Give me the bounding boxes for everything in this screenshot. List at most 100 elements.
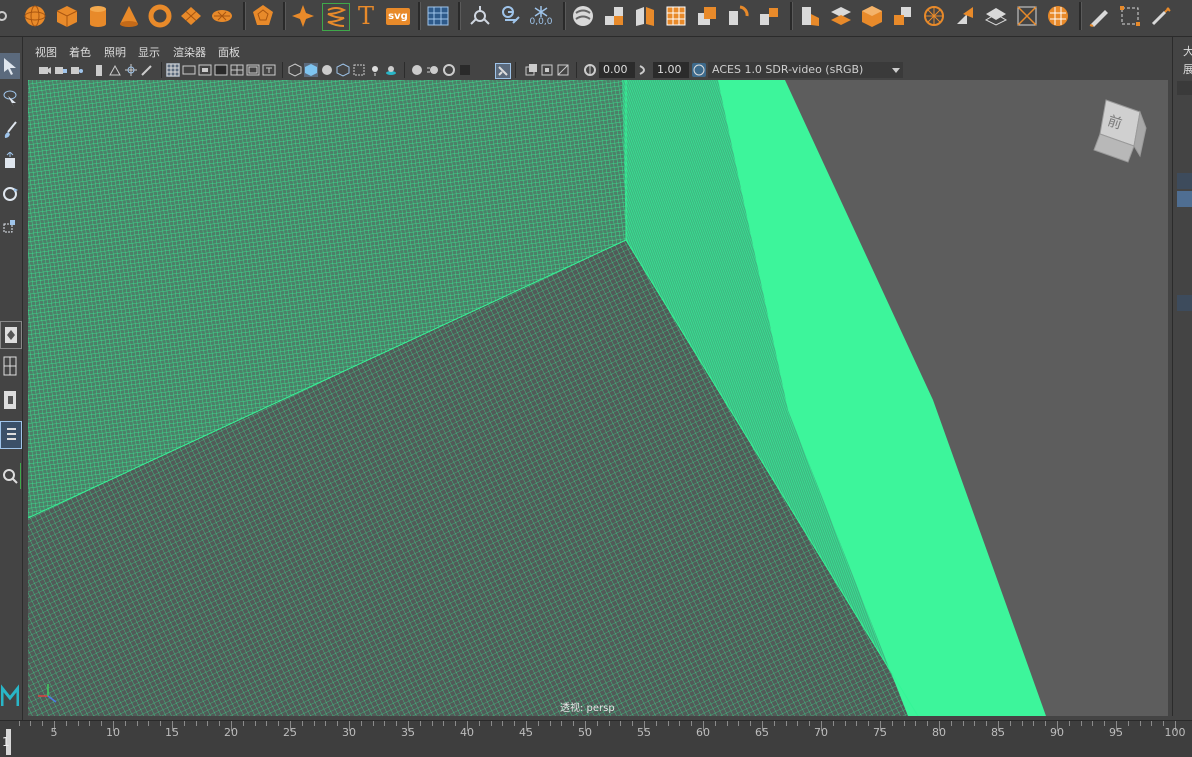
boolean-icon[interactable] [694,3,720,29]
wireframe-icon[interactable] [288,63,302,77]
lights-icon[interactable] [368,63,382,77]
color-management-icon[interactable] [692,63,706,77]
layout-side-icon[interactable] [0,387,20,413]
lasso-tool-icon[interactable] [0,85,20,111]
layout-four-icon[interactable] [0,353,20,379]
gear-icon[interactable] [0,3,10,29]
torus-icon[interactable] [147,3,173,29]
bookmark-icon[interactable] [92,63,106,77]
cone-icon[interactable] [116,3,142,29]
image-plane-icon[interactable] [108,63,122,77]
multicut-icon[interactable] [952,3,978,29]
scale-tool-icon[interactable] [0,213,20,239]
exposure-icon[interactable] [583,63,597,77]
menu-shading[interactable]: 着色 [69,44,91,60]
right-panel-tab[interactable] [1177,81,1192,95]
wrap-icon[interactable] [1148,3,1174,29]
timeline-tick-label: 90 [1050,726,1064,739]
safe-action-icon[interactable] [246,63,260,77]
paint-tool-icon[interactable] [0,117,20,143]
isolate-select-icon[interactable] [495,63,511,79]
lattice-icon[interactable] [1117,3,1143,29]
default-material-icon[interactable] [320,63,334,77]
dof-icon[interactable] [458,63,472,77]
extrude-icon[interactable] [797,3,823,29]
layout-single-icon[interactable] [0,321,22,349]
gamma-icon[interactable] [637,63,651,77]
shadows-icon[interactable] [384,63,398,77]
time-slider[interactable]: 1 5 10 15 20 25 30 35 40 45 50 55 60 65 70 75 80 85 90 95 1… [0,720,1192,757]
camera-lock-icon[interactable] [54,63,68,77]
textures-icon[interactable] [352,63,366,77]
combine-icon[interactable] [570,3,596,29]
resolution-gate-icon[interactable] [198,63,212,77]
connect-icon[interactable] [1014,3,1040,29]
safe-title-icon[interactable] [262,63,276,77]
mirror-icon[interactable] [725,3,751,29]
plane-icon[interactable] [178,3,204,29]
film-gate-icon[interactable] [182,63,196,77]
right-panel-tab[interactable] [1177,295,1192,311]
light-icon[interactable] [498,3,524,29]
view-cube[interactable]: 前 [1084,96,1148,164]
camera-attributes-icon[interactable] [70,63,84,77]
right-panel-label-top[interactable]: 大 [1183,43,1192,59]
menu-renderer[interactable]: 渲染器 [173,44,206,60]
target-weld-icon[interactable] [983,3,1009,29]
menu-view[interactable]: 视图 [35,44,57,60]
append-icon[interactable] [890,3,916,29]
exposure-field[interactable]: 0.00 [599,62,635,78]
grid-toggle-icon[interactable] [166,63,180,77]
search-icon[interactable] [0,463,21,489]
xray-joints-icon[interactable] [524,63,538,77]
camera-select-icon[interactable] [38,63,52,77]
chevron-down-icon[interactable] [889,63,903,77]
smooth-icon[interactable] [663,3,689,29]
menu-show[interactable]: 显示 [138,44,160,60]
platonic-icon[interactable] [250,3,276,29]
right-panel-tab[interactable] [1177,173,1192,189]
menu-lighting[interactable]: 照明 [104,44,126,60]
select-tool-icon[interactable] [0,53,20,79]
right-panel-tab[interactable] [1177,191,1192,207]
text-icon[interactable]: T [353,2,379,30]
cylinder-icon[interactable] [85,3,111,29]
gamma-field[interactable]: 1.00 [653,62,689,78]
move-tool-icon[interactable] [0,149,20,175]
split-icon[interactable] [921,3,947,29]
field-chart-icon[interactable] [230,63,244,77]
fill-hole-icon[interactable] [859,3,885,29]
sphere-icon[interactable] [22,3,48,29]
timeline-tick [844,721,846,726]
ssao-icon[interactable] [410,63,424,77]
layout-outliner-icon[interactable] [0,421,22,449]
extract-icon[interactable] [632,3,658,29]
cube-icon[interactable] [54,3,80,29]
particles-icon[interactable]: 0,0,0 [528,3,554,29]
xray-active-icon[interactable] [540,63,554,77]
helix-icon[interactable] [322,3,350,31]
right-panel-label-second[interactable]: 展 [1183,61,1192,77]
disc-icon[interactable] [209,3,235,29]
viewport[interactable]: 前 透视: persp [28,80,1168,716]
stamp-icon[interactable] [1086,3,1112,29]
rotate-tool-icon[interactable] [0,181,20,207]
menu-panels[interactable]: 面板 [218,44,240,60]
bevel-icon[interactable] [828,3,854,29]
smooth-shade-icon[interactable] [304,63,318,77]
motion-blur-icon[interactable] [426,63,440,77]
svg-icon[interactable]: svg [385,3,411,29]
separate-icon[interactable] [601,3,627,29]
star-icon[interactable] [290,3,316,29]
color-space-dropdown[interactable]: ACES 1.0 SDR-video (sRGB) [708,62,903,78]
sculpt-icon[interactable] [1045,3,1071,29]
backface-icon[interactable] [556,63,570,77]
camera-aim-icon[interactable] [467,3,493,29]
bridge-icon[interactable] [756,3,782,29]
anti-alias-icon[interactable] [442,63,456,77]
grid-icon[interactable] [425,3,451,29]
xray-icon[interactable] [336,63,350,77]
gate-mask-icon[interactable] [214,63,228,77]
2d-pan-zoom-icon[interactable] [124,63,138,77]
grease-pencil-icon[interactable] [140,63,154,77]
